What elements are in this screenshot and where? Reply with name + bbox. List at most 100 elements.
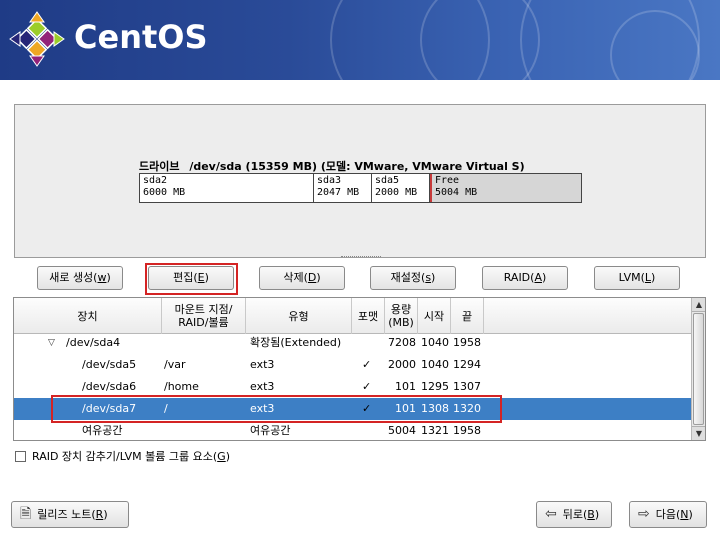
- table-row[interactable]: /dev/sda6 /home ext3 ✓ 101 1295 1307: [14, 376, 692, 398]
- segment-name: sda2: [143, 175, 168, 186]
- delete-button-end: ): [316, 271, 321, 284]
- column-header-end-label: 끝: [461, 309, 473, 323]
- partition-segment-sda3[interactable]: sda3 2047 MB: [314, 174, 372, 202]
- back-accel: B: [587, 508, 595, 521]
- format-check-icon: ✓: [362, 402, 372, 415]
- next-button[interactable]: ⇨ 다음(N): [629, 501, 707, 528]
- column-header-device[interactable]: 장치: [14, 298, 162, 334]
- raid-button-end: ): [541, 271, 547, 284]
- resize-grip[interactable]: [341, 256, 381, 259]
- raid-button[interactable]: RAID(A): [482, 266, 568, 290]
- lvm-button[interactable]: LVM(L): [594, 266, 680, 290]
- partition-segment-free[interactable]: Free 5004 MB: [430, 174, 581, 202]
- drive-label-prefix: 드라이브: [139, 160, 180, 173]
- segment-name: sda3: [317, 175, 342, 186]
- column-header-type-label: 유형: [288, 309, 309, 323]
- centos-logo-icon: [9, 11, 65, 67]
- cell-type: 확장됨(Extended): [250, 336, 342, 349]
- hide-raid-lvm-checkbox[interactable]: RAID 장치 감추기/LVM 볼륨 그룹 요소(G): [15, 448, 230, 464]
- cell-type: 여유공간: [250, 424, 291, 437]
- release-notes-button[interactable]: 🗎 릴리즈 노트(R): [11, 501, 129, 528]
- column-header-end[interactable]: 끝: [451, 298, 484, 334]
- cell-size: 7208: [388, 336, 416, 349]
- column-header-start[interactable]: 시작: [418, 298, 451, 334]
- new-button[interactable]: 새로 생성(w): [37, 266, 123, 290]
- scroll-down-icon[interactable]: ▼: [692, 426, 705, 440]
- cell-size: 5004: [388, 424, 416, 437]
- new-button-label: 새로 생성(: [49, 271, 98, 284]
- cell-device: /dev/sda6: [82, 380, 137, 393]
- back-button[interactable]: ⇦ 뒤로(B): [536, 501, 612, 528]
- scroll-up-icon[interactable]: ▲: [692, 298, 705, 312]
- column-header-mount-label: 마운트 지점/: [174, 303, 233, 316]
- checkbox-label: RAID 장치 감추기/LVM 볼륨 그룹 요소(: [32, 450, 218, 463]
- cell-mount: /home: [164, 380, 199, 393]
- table-row[interactable]: /dev/sda5 /var ext3 ✓ 2000 1040 1294: [14, 354, 692, 376]
- next-label: 다음(: [655, 508, 681, 521]
- edit-button-accel: E: [197, 271, 205, 284]
- delete-button-label: 삭제(: [283, 271, 308, 284]
- column-header-size[interactable]: 용량 (MB): [385, 298, 418, 334]
- cell-type: ext3: [250, 402, 275, 415]
- reset-button-label: 재설정(: [390, 271, 426, 284]
- column-header-format[interactable]: 포맷: [352, 298, 385, 334]
- column-header-size-label: (MB): [388, 316, 414, 329]
- back-end: ): [594, 508, 600, 521]
- cell-end: 1958: [453, 424, 481, 437]
- segment-name: Free: [435, 175, 460, 186]
- back-arrow-icon: ⇦: [545, 506, 557, 522]
- drive-panel: 드라이브 /dev/sda (15359 MB) (모델: VMware, VM…: [14, 104, 706, 258]
- cell-start: 1295: [421, 380, 449, 393]
- cell-end: 1320: [453, 402, 481, 415]
- table-row-selected[interactable]: /dev/sda7 / ext3 ✓ 101 1308 1320: [14, 398, 692, 420]
- table-scrollbar[interactable]: ▲ ▼: [691, 298, 705, 440]
- column-header-mount-label: RAID/볼륨: [178, 316, 229, 329]
- cell-end: 1307: [453, 380, 481, 393]
- release-notes-accel: R: [95, 508, 104, 521]
- delete-button[interactable]: 삭제(D): [259, 266, 345, 290]
- release-notes-end: ): [103, 508, 108, 521]
- lvm-button-label: LVM(: [618, 271, 645, 284]
- reset-button[interactable]: 재설정(s): [370, 266, 456, 290]
- segment-name: sda5: [375, 175, 400, 186]
- cell-mount: /var: [164, 358, 186, 371]
- cell-device: /dev/sda5: [82, 358, 137, 371]
- back-label: 뒤로(: [562, 508, 588, 521]
- edit-button-end: ): [204, 271, 209, 284]
- partition-bar: sda2 6000 MB sda3 2047 MB sda5 2000 MB F…: [139, 173, 582, 203]
- drive-label-detail: /dev/sda (15359 MB) (모델: VMware, VMware …: [189, 160, 525, 173]
- partition-segment-sda2[interactable]: sda2 6000 MB: [140, 174, 314, 202]
- column-header-size-label: 용량: [390, 303, 412, 316]
- cell-type: ext3: [250, 380, 275, 393]
- partition-table: 장치 마운트 지점/ RAID/볼륨 유형 포맷 용량 (MB) 시작 끝 ▽ …: [13, 297, 706, 441]
- collapse-arrow-icon[interactable]: ▽: [48, 332, 55, 354]
- column-header-type[interactable]: 유형: [246, 298, 352, 334]
- release-notes-label: 릴리즈 노트(: [37, 508, 96, 521]
- logo-text: CentOS: [74, 18, 208, 56]
- cell-type: ext3: [250, 358, 275, 371]
- next-accel: N: [680, 508, 689, 521]
- column-header-device-label: 장치: [77, 309, 98, 323]
- reset-button-end: ): [431, 271, 436, 284]
- cell-device: /dev/sda7: [82, 402, 137, 415]
- segment-size: 6000 MB: [143, 187, 186, 198]
- cell-start: 1308: [421, 402, 449, 415]
- edit-button-label: 편집(: [173, 271, 198, 284]
- segment-size: 2047 MB: [317, 187, 360, 198]
- column-header-format-label: 포맷: [357, 309, 379, 323]
- cell-device: 여유공간: [82, 424, 123, 437]
- checkbox-box[interactable]: [15, 450, 26, 462]
- next-end: ): [688, 508, 693, 521]
- lvm-button-end: ): [651, 271, 656, 284]
- table-row[interactable]: 여유공간 여유공간 5004 1321 1958: [14, 420, 692, 440]
- checkbox-accel: G: [217, 449, 226, 463]
- cell-mount: /: [164, 402, 168, 415]
- edit-button[interactable]: 편집(E): [148, 266, 234, 290]
- scroll-thumb[interactable]: [693, 313, 704, 425]
- cell-start: 1040: [421, 336, 449, 349]
- table-row[interactable]: ▽ /dev/sda4 확장됨(Extended) 7208 1040 1958: [14, 332, 692, 354]
- checkbox-end: ): [225, 449, 230, 463]
- header-banner: CentOS: [0, 0, 720, 80]
- column-header-mount[interactable]: 마운트 지점/ RAID/볼륨: [162, 298, 246, 334]
- partition-segment-sda5[interactable]: sda5 2000 MB: [372, 174, 430, 202]
